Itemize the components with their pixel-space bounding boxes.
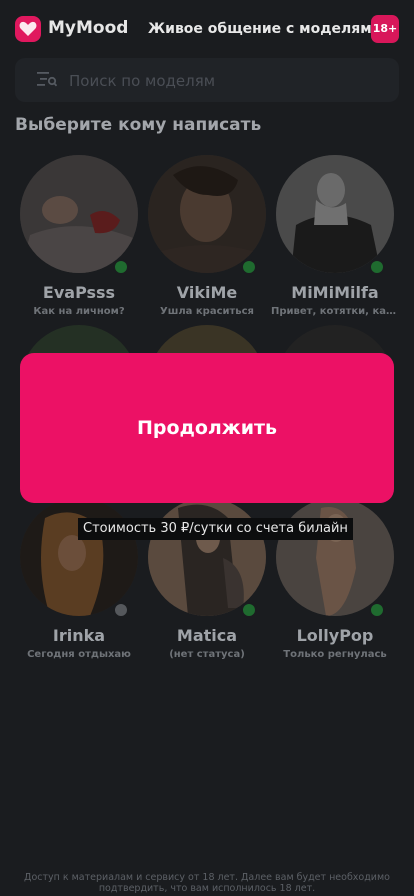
logo-heart-icon[interactable] [15, 16, 41, 42]
model-status: (нет статуса) [169, 649, 245, 660]
model-photo [148, 155, 266, 273]
model-photo [20, 498, 138, 616]
header-title: Живое общение с моделями [148, 21, 382, 37]
app-header: MyMood Живое общение с моделями 18+ [0, 0, 414, 58]
search-bar [15, 58, 399, 104]
avatar [148, 498, 266, 616]
model-name: VikiMe [176, 283, 238, 302]
online-status-dot [241, 602, 257, 618]
age-badge: 18+ [371, 15, 399, 43]
model-card[interactable]: EvaPsss Как на личном? [15, 155, 143, 325]
model-name: EvaPsss [42, 283, 116, 302]
avatar [20, 155, 138, 273]
model-name: Irinka [52, 626, 106, 645]
model-name: Matica [176, 626, 238, 645]
model-photo [276, 498, 394, 616]
model-card[interactable]: VikiMe Ушла краситься [143, 155, 271, 325]
age-disclaimer: Доступ к материалам и сервису от 18 лет.… [24, 872, 390, 894]
search-input[interactable] [67, 58, 391, 104]
avatar [20, 498, 138, 616]
online-status-dot [369, 602, 385, 618]
avatar [276, 498, 394, 616]
model-status: Только регнулась [283, 649, 387, 660]
model-status: Привет, котятки, как дела? [271, 306, 399, 317]
online-status-dot [369, 259, 385, 275]
offline-status-dot [113, 602, 129, 618]
model-photo [20, 155, 138, 273]
model-name: LollyPop [296, 626, 374, 645]
section-title: Выберите кому написать [15, 115, 262, 135]
avatar [148, 155, 266, 273]
model-photo [148, 498, 266, 616]
search-filter-icon [37, 72, 57, 87]
online-status-dot [113, 259, 129, 275]
online-status-dot [241, 259, 257, 275]
model-status: Сегодня отдыхаю [27, 649, 131, 660]
model-status: Как на личном? [33, 306, 125, 317]
model-photo [276, 155, 394, 273]
price-note: Стоимость 30 ₽/сутки со счета билайн [78, 518, 353, 540]
model-status: Ушла краситься [160, 306, 254, 317]
model-card[interactable]: MiMiMilfa Привет, котятки, как дела? [271, 155, 399, 325]
avatar [276, 155, 394, 273]
app-name: MyMood [48, 18, 129, 38]
model-name: MiMiMilfa [291, 283, 379, 302]
continue-button[interactable]: Продолжить [20, 353, 394, 503]
